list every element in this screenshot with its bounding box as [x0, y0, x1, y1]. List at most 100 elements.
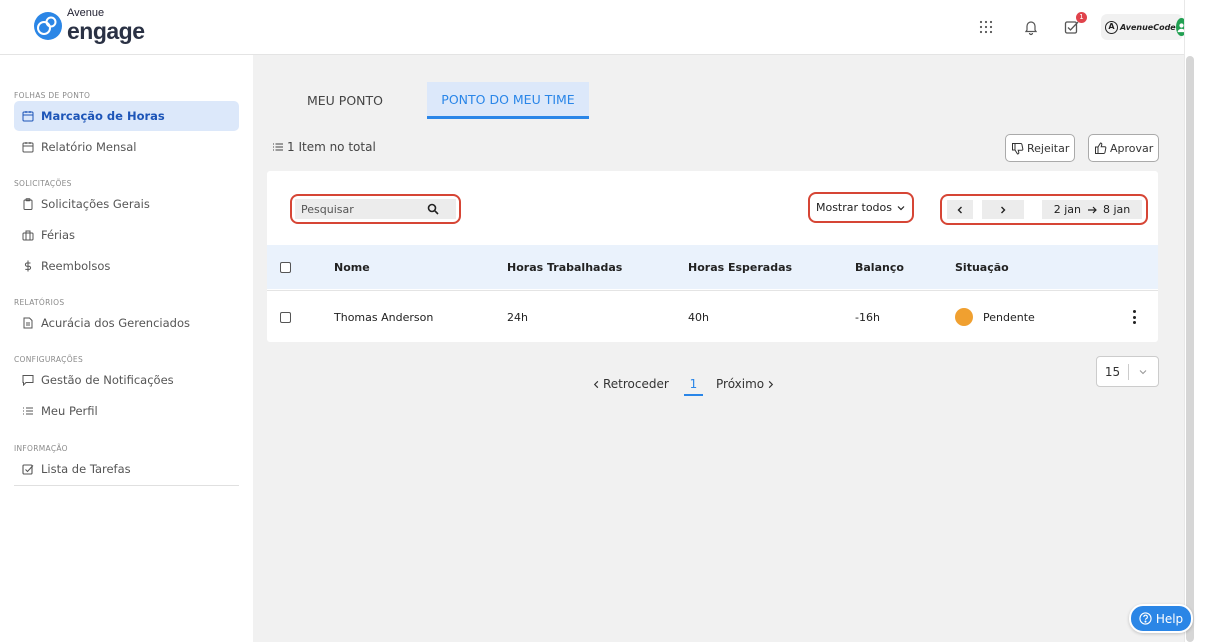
column-header-nome[interactable]: Nome: [334, 245, 370, 289]
sidebar-item-gestao-notificacoes[interactable]: Gestão de Notificações: [14, 365, 239, 395]
sidebar-item-label: Férias: [41, 228, 76, 242]
list-icon: [23, 407, 33, 415]
sidebar-item-marcacao-de-horas[interactable]: Marcação de Horas: [14, 101, 239, 131]
brand-name: engage: [67, 18, 145, 44]
next-week-button[interactable]: [982, 200, 1024, 219]
page-scrollbar[interactable]: [1184, 0, 1211, 642]
chevron-left-icon: [957, 206, 962, 213]
beach-icon: [22, 230, 34, 241]
sidebar-item-label: Lista de Tarefas: [41, 462, 131, 476]
previous-week-button[interactable]: [947, 200, 973, 219]
company-logo-letter: A: [1105, 20, 1118, 34]
sidebar-item-meu-perfil[interactable]: Meu Perfil: [14, 396, 239, 426]
list-icon: [273, 143, 283, 151]
account-menu[interactable]: A AvenueCode: [1101, 14, 1187, 40]
date-range-navigator: 2 jan 8 jan: [940, 194, 1148, 225]
page-size-select[interactable]: 15: [1096, 356, 1159, 387]
status-dot: [955, 308, 973, 326]
clipboard-icon: [23, 198, 33, 210]
filter-label: Mostrar todos: [815, 201, 893, 214]
table-header: Nome Horas Trabalhadas Horas Esperadas B…: [267, 245, 1158, 289]
sidebar-item-label: Gestão de Notificações: [41, 373, 174, 387]
date-start: 2 jan: [1053, 203, 1081, 216]
tab-meu-ponto[interactable]: MEU PONTO: [294, 82, 396, 119]
column-header-horas-esperadas[interactable]: Horas Esperadas: [688, 245, 792, 289]
document-icon: [23, 317, 33, 329]
section-title-folhas: FOLHAS DE PONTO: [14, 91, 91, 100]
approve-label: Aprovar: [1110, 141, 1154, 155]
sidebar-divider: [14, 485, 239, 486]
date-range-display[interactable]: 2 jan 8 jan: [1042, 200, 1142, 219]
tasks-checkbox-icon[interactable]: 1: [1063, 12, 1087, 36]
approve-button[interactable]: Aprovar: [1088, 134, 1160, 162]
column-header-situacao[interactable]: Situação: [955, 245, 1009, 289]
thumbs-down-icon: [1012, 142, 1024, 155]
select-all-checkbox[interactable]: [280, 261, 291, 273]
scrollbar-thumb[interactable]: [1186, 56, 1194, 642]
section-title-configuracoes: CONFIGURAÇÕES: [14, 355, 84, 364]
select-all-cell: [280, 245, 291, 289]
search-input[interactable]: [301, 202, 421, 216]
tab-ponto-do-meu-time[interactable]: PONTO DO MEU TIME: [427, 82, 589, 119]
pagination-previous[interactable]: Retroceder: [592, 374, 669, 394]
company-name: AvenueCode: [1120, 22, 1176, 32]
cell-worked-hours: 24h: [507, 310, 528, 324]
sidebar-item-acuracia[interactable]: Acurácia dos Gerenciados: [14, 308, 239, 338]
sidebar-item-solicitacoes-gerais[interactable]: Solicitações Gerais: [14, 189, 239, 219]
chevron-left-icon: [593, 380, 599, 388]
row-select-cell: [280, 291, 291, 343]
chevron-down-icon: [1139, 369, 1147, 374]
bell-icon[interactable]: [1022, 18, 1040, 36]
cell-status: Pendente: [955, 291, 1035, 343]
sidebar-item-reembolsos[interactable]: Reembolsos: [14, 251, 239, 281]
pagination-next-label: Próximo: [716, 377, 765, 391]
item-count-text: 1 Item no total: [287, 140, 376, 154]
dollar-icon: [24, 260, 32, 272]
more-vertical-icon[interactable]: [1128, 307, 1140, 327]
table-row[interactable]: Thomas Anderson 24h 40h -16h Pendente: [267, 290, 1158, 342]
status-label: Pendente: [983, 310, 1035, 324]
calendar-icon: [22, 142, 34, 153]
app-logo[interactable]: Avenue engage: [33, 8, 145, 43]
thumbs-up-icon: [1095, 141, 1107, 154]
section-title-solicitacoes: SOLICITAÇÕES: [14, 179, 72, 188]
sidebar-item-label: Reembolsos: [41, 259, 111, 273]
help-circle-icon: [1139, 612, 1152, 625]
sidebar-item-label: Meu Perfil: [41, 404, 98, 418]
sidebar-item-ferias[interactable]: Férias: [14, 220, 239, 250]
arrow-right-icon: [1088, 206, 1097, 213]
sidebar-item-label: Marcação de Horas: [41, 109, 165, 123]
pagination-next[interactable]: Próximo: [716, 374, 775, 394]
date-end: 8 jan: [1103, 203, 1131, 216]
company-logo: A AvenueCode: [1105, 20, 1176, 34]
filter-dropdown[interactable]: Mostrar todos: [808, 192, 914, 223]
help-button[interactable]: Help: [1129, 604, 1193, 633]
row-actions-cell: [1128, 291, 1140, 343]
chevron-right-icon: [768, 380, 774, 388]
item-count: 1 Item no total: [272, 140, 376, 154]
column-header-horas-trabalhadas[interactable]: Horas Trabalhadas: [507, 245, 622, 289]
page-size-value: 15: [1097, 363, 1129, 380]
reject-label: Rejeitar: [1027, 141, 1070, 155]
search-icon[interactable]: [427, 203, 439, 215]
column-header-balanco[interactable]: Balanço: [855, 245, 904, 289]
pagination-page-current[interactable]: 1: [684, 374, 703, 396]
checkbox-icon: [22, 464, 34, 475]
help-label: Help: [1155, 611, 1184, 626]
sidebar-item-label: Acurácia dos Gerenciados: [41, 316, 190, 330]
chevron-down-icon: [897, 205, 905, 210]
chevron-right-icon: [1001, 206, 1006, 213]
section-title-informacao: INFORMAÇÃO: [14, 444, 68, 453]
cell-name: Thomas Anderson: [334, 310, 434, 324]
top-bar: Avenue engage 1 A AvenueCode: [0, 0, 1187, 55]
grid-icon[interactable]: [977, 18, 995, 36]
tasks-badge: 1: [1076, 12, 1087, 23]
sidebar-item-label: Relatório Mensal: [41, 140, 137, 154]
search-box: [290, 194, 461, 224]
engage-logo-icon: [34, 11, 62, 40]
sidebar-item-lista-de-tarefas[interactable]: Lista de Tarefas: [14, 454, 239, 484]
reject-button[interactable]: Rejeitar: [1005, 134, 1076, 162]
row-checkbox[interactable]: [280, 311, 291, 323]
sidebar-item-relatorio-mensal[interactable]: Relatório Mensal: [14, 132, 239, 162]
sidebar: FOLHAS DE PONTO Marcação de Horas Relató…: [0, 55, 253, 642]
